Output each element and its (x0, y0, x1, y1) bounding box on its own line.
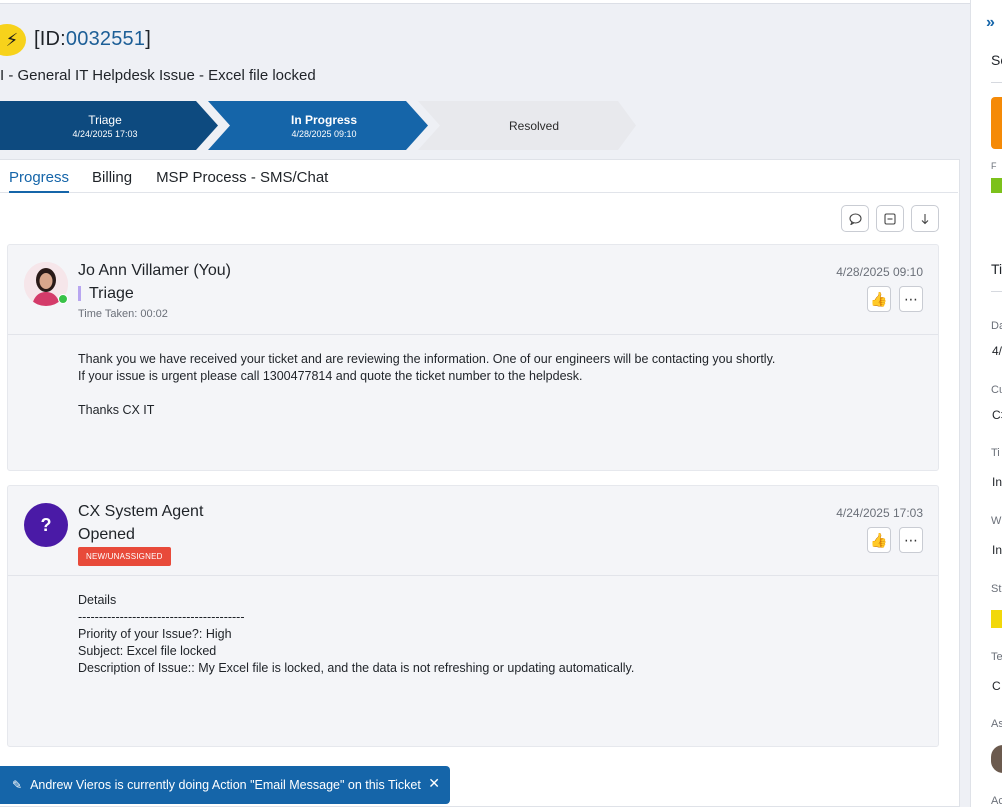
stage-in-progress[interactable]: In Progress 4/28/2025 09:10 (208, 101, 428, 150)
activity-card: Jo Ann Villamer (You) Triage Time Taken:… (7, 244, 939, 471)
divider (991, 82, 1002, 83)
activity-body: Thank you we have received your ticket a… (78, 352, 776, 417)
stage-progress: Triage 4/24/2025 17:03 In Progress 4/28/… (0, 101, 640, 150)
activity-stage: Opened (78, 526, 135, 543)
orange-status-block[interactable] (991, 97, 1002, 149)
details-side-panel: » Sc F Ti Da 4/ Cu C> Ti In W In St Te C… (970, 0, 1002, 807)
tab-msp-process[interactable]: MSP Process - SMS/Chat (156, 160, 328, 193)
field-value[interactable]: C> (992, 408, 1002, 422)
field-label: As (991, 718, 1002, 730)
comment-button[interactable] (841, 205, 869, 232)
more-icon: ⋯ (904, 290, 918, 307)
activity-panel: Progress Billing MSP Process - SMS/Chat (0, 159, 960, 807)
close-icon[interactable]: ✕ (428, 775, 440, 792)
thumbs-up-icon: 👍 (870, 531, 888, 548)
like-button[interactable]: 👍 (867, 286, 891, 312)
activity-notification: ✎ Andrew Vieros is currently doing Actio… (0, 766, 450, 804)
divider (991, 291, 1002, 292)
tab-progress[interactable]: Progress (9, 160, 70, 193)
comment-icon (848, 212, 862, 225)
ticket-icon: ⚡ (0, 24, 26, 56)
activity-stage: Triage (78, 286, 134, 302)
avatar[interactable]: ? (24, 503, 68, 547)
activity-card: ? CX System Agent Opened NEW/UNASSIGNED … (7, 485, 939, 747)
green-progress-bar (991, 178, 1002, 193)
activity-author[interactable]: Jo Ann Villamer (You) (78, 262, 231, 280)
field-label: Cu (991, 384, 1002, 396)
more-icon: ⋯ (904, 531, 918, 548)
online-status-dot (58, 294, 68, 304)
activity-actions: 👍 ⋯ (867, 527, 923, 553)
more-button[interactable]: ⋯ (899, 527, 923, 553)
collapse-icon (884, 212, 896, 225)
collapse-button[interactable] (876, 205, 904, 232)
activity-author[interactable]: CX System Agent (78, 503, 203, 521)
activity-timestamp: 4/24/2025 17:03 (836, 506, 923, 520)
side-tiny-label: F (991, 161, 997, 171)
activity-card-header: Jo Ann Villamer (You) Triage Time Taken:… (8, 245, 938, 335)
ticket-id: [ID:0032551] (34, 28, 151, 50)
activity-actions: 👍 ⋯ (867, 286, 923, 312)
field-value: 4/ (992, 344, 1002, 358)
stage-resolved[interactable]: Resolved (418, 101, 636, 150)
field-value[interactable]: C (992, 679, 1001, 693)
status-badge: NEW/UNASSIGNED (78, 547, 171, 566)
field-label: Te (991, 651, 1002, 663)
top-border (0, 0, 970, 4)
field-label: Da (991, 320, 1002, 332)
sort-button[interactable] (911, 205, 939, 232)
ticket-header: ⚡ [ID:0032551] (0, 22, 960, 62)
ticket-title: I - General IT Helpdesk Issue - Excel fi… (0, 67, 316, 84)
side-section-header: Sc (991, 52, 1002, 68)
field-label: Ac (991, 795, 1002, 807)
field-label: Ti (991, 447, 1000, 459)
ticket-number[interactable]: 0032551 (66, 28, 145, 50)
activity-toolbar (841, 205, 939, 232)
assignee-avatar[interactable] (991, 745, 1002, 773)
field-label: W (991, 515, 1002, 527)
field-label: St (991, 583, 1002, 595)
tab-billing[interactable]: Billing (92, 160, 132, 193)
pencil-icon: ✎ (12, 778, 23, 792)
notification-text: Andrew Vieros is currently doing Action … (30, 778, 421, 792)
unknown-user-icon: ? (40, 514, 52, 535)
sort-down-icon (921, 213, 929, 224)
activity-card-header: ? CX System Agent Opened NEW/UNASSIGNED … (8, 486, 938, 576)
more-button[interactable]: ⋯ (899, 286, 923, 312)
time-taken: Time Taken: 00:02 (78, 308, 168, 320)
activity-timestamp: 4/28/2025 09:10 (836, 265, 923, 279)
field-value[interactable]: In (992, 475, 1002, 489)
like-button[interactable]: 👍 (867, 527, 891, 553)
side-section-header: Ti (991, 261, 1002, 277)
stage-triage[interactable]: Triage 4/24/2025 17:03 (0, 101, 218, 150)
field-value[interactable]: In (992, 543, 1002, 557)
status-color-block[interactable] (991, 610, 1002, 628)
activity-body: Details --------------------------------… (78, 593, 635, 675)
thumbs-up-icon: 👍 (870, 290, 888, 307)
tab-bar: Progress Billing MSP Process - SMS/Chat (0, 160, 958, 193)
expand-panel-icon[interactable]: » (986, 14, 995, 32)
